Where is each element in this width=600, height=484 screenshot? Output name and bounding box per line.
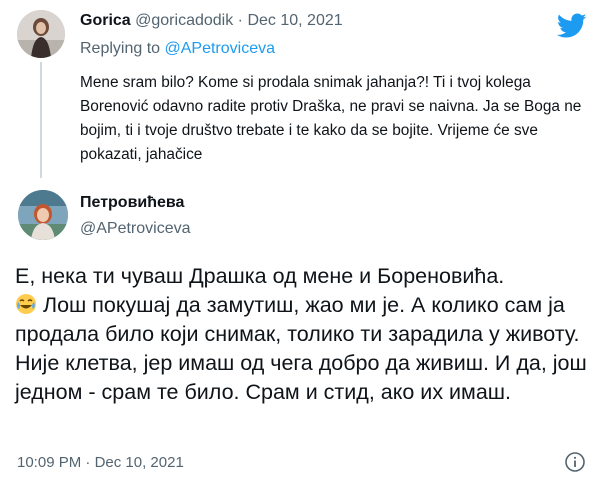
tweet1-author-name[interactable]: Gorica (80, 12, 131, 29)
tweet2-time[interactable]: 10:09 PM (17, 454, 81, 471)
tweet1-replying-to: Replying to @APetroviceva (80, 40, 275, 58)
thread-connector-line (40, 62, 42, 178)
tweet2-separator: · (85, 454, 91, 471)
tweet2-author-name[interactable]: Петровићева (80, 194, 184, 212)
replying-to-mention[interactable]: @APetroviceva (165, 40, 276, 57)
tweet2-date[interactable]: Dec 10, 2021 (95, 454, 184, 471)
face-with-tears-of-joy-icon (16, 294, 36, 314)
tweet1-author-handle[interactable]: @goricadodik (135, 12, 233, 29)
twitter-bird-icon (557, 13, 587, 38)
tweet1-text: Mene sram bilo? Kome si prodala snimak j… (80, 74, 582, 163)
replying-to-label: Replying to (80, 40, 161, 57)
tweet2-timestamp: 10:09 PM · Dec 10, 2021 (17, 454, 184, 471)
avatar-gorica[interactable] (17, 10, 65, 58)
tweet1-separator: · (237, 12, 243, 29)
avatar-petroviceva[interactable] (18, 190, 68, 240)
tweet1-header: Gorica @goricadodik · Dec 10, 2021 (80, 12, 343, 30)
tweet2-author-handle[interactable]: @APetroviceva (80, 220, 191, 238)
tweet-screenshot: Gorica @goricadodik · Dec 10, 2021 Reply… (0, 0, 600, 484)
tweet1-date[interactable]: Dec 10, 2021 (247, 12, 342, 29)
tweet2-text: Е, нека ти чуваш Драшка од мене и Борено… (15, 262, 590, 407)
info-icon[interactable] (564, 451, 586, 473)
tweet2-text-rest: Лош покушај да замутиш, жао ми је. А кол… (15, 293, 587, 404)
tweet2-text-line1: Е, нека ти чуваш Драшка од мене и Борено… (15, 264, 505, 288)
